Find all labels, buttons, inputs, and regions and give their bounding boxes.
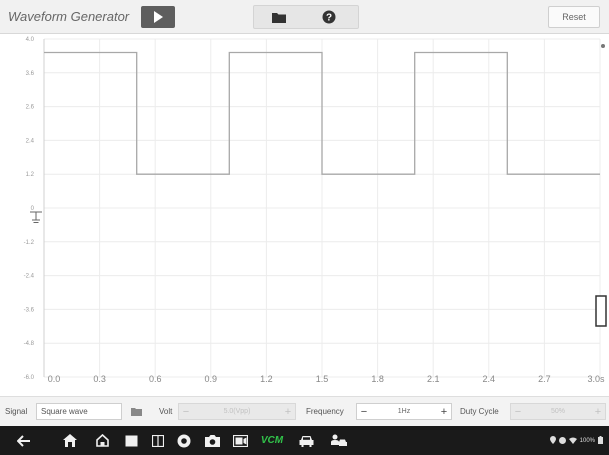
x-tick-label: 2.4 — [483, 374, 496, 384]
signal-file-button[interactable] — [125, 403, 147, 420]
volt-decrease-button: − — [182, 405, 190, 418]
frequency-label: Frequency — [306, 407, 344, 416]
battery-level: 100% — [579, 438, 595, 444]
waveform-series — [44, 51, 600, 175]
frequency-stepper: − 1Hz + — [356, 403, 452, 420]
y-tick-label: 3.6 — [26, 71, 35, 77]
vcm-label: VCM — [260, 435, 284, 446]
y-tick-label: -4.8 — [24, 341, 35, 347]
system-nav-bar: VCM 100% — [0, 426, 609, 455]
y-tick-label: 2.4 — [26, 138, 35, 144]
waveform-line-0 — [44, 51, 600, 175]
volt-increase-button: + — [284, 405, 292, 418]
file-help-group: ? — [253, 5, 359, 29]
car-icon — [299, 435, 313, 447]
svg-text:?: ? — [326, 13, 332, 24]
x-tick-label: 0.3 — [93, 374, 106, 384]
frequency-value[interactable]: 1Hz — [371, 408, 437, 415]
recent-apps-button[interactable] — [121, 432, 141, 449]
y-tick-label: 1.2 — [26, 172, 35, 178]
x-tick-label: 1.5 — [316, 374, 329, 384]
help-button[interactable]: ? — [314, 8, 344, 26]
duty-cycle-stepper: − 50% + — [510, 403, 606, 420]
page-title: Waveform Generator — [8, 9, 130, 24]
y-tick-label: 2.6 — [26, 105, 35, 111]
vehicle-button[interactable] — [296, 432, 316, 449]
y-tick-label: 4.0 — [26, 37, 35, 43]
y-tick-label: -1.2 — [24, 240, 35, 246]
waveform-chart: 4.0 3.6 2.6 2.4 1.2 0 -1.2 -2.4 -3.6 -4.8 -6.0 0.0… — [24, 37, 607, 384]
help-icon: ? — [322, 10, 336, 24]
x-axis-ticks: 0.0 0.3 0.6 0.9 1.2 1.5 1.8 2.1 2.4 2.7 3.0s — [48, 374, 605, 384]
top-right-dot-icon — [601, 44, 605, 48]
y-tick-label: 0 — [31, 206, 35, 212]
x-tick-label: 0.6 — [149, 374, 162, 384]
split-screen-icon — [152, 434, 164, 447]
signal-label: Signal — [5, 407, 28, 416]
split-screen-button[interactable] — [148, 432, 168, 449]
wifi-icon — [568, 437, 577, 446]
frequency-increase-button[interactable]: + — [437, 406, 451, 418]
x-tick-label: 3.0s — [587, 374, 605, 384]
camera-icon — [204, 434, 220, 447]
folder-icon — [130, 408, 142, 416]
volt-label: Volt — [159, 407, 173, 416]
house-outline-icon — [95, 434, 109, 447]
x-tick-label: 0.0 — [48, 374, 61, 384]
volt-stepper: − 5.0(Vpp) + — [178, 403, 296, 420]
back-button[interactable] — [14, 432, 34, 449]
home-icon — [63, 434, 77, 447]
battery-icon — [598, 436, 603, 446]
right-scroll-handle[interactable] — [595, 295, 607, 327]
y-tick-label: -3.6 — [24, 307, 35, 313]
reset-button[interactable]: Reset — [548, 6, 600, 28]
screen-record-button[interactable] — [229, 432, 251, 449]
y-tick-label: -2.4 — [24, 274, 35, 280]
duty-cycle-increase-button: + — [594, 405, 602, 418]
signal-value: Square wave — [41, 407, 88, 416]
duty-cycle-label: Duty Cycle — [460, 407, 499, 416]
location-icon — [549, 436, 556, 446]
x-tick-label: 1.2 — [260, 374, 273, 384]
screen-record-icon — [232, 434, 248, 447]
launcher-button[interactable] — [92, 432, 112, 449]
vcm-button[interactable]: VCM — [258, 432, 286, 449]
y-axis-ticks: 4.0 3.6 2.6 2.4 1.2 0 -1.2 -2.4 -3.6 -4.8 -6.0 — [24, 37, 35, 381]
technician-car-icon — [331, 434, 347, 446]
frequency-decrease-button[interactable]: − — [357, 406, 371, 418]
back-arrow-icon — [17, 434, 30, 447]
x-tick-label: 2.7 — [538, 374, 551, 384]
signal-select[interactable]: Square wave — [36, 403, 122, 420]
user-service-button[interactable] — [329, 432, 349, 449]
volt-value: 5.0(Vpp) — [223, 408, 251, 415]
status-indicators: 100% — [549, 436, 603, 446]
top-toolbar: Waveform Generator ? Reset — [0, 0, 609, 34]
home-button[interactable] — [60, 432, 80, 449]
recent-apps-icon — [125, 435, 137, 446]
browser-icon — [177, 434, 191, 447]
x-tick-label: 0.9 — [205, 374, 218, 384]
signal-controls: Signal Square wave Volt − 5.0(Vpp) + Fre… — [0, 396, 609, 426]
y-tick-label: -6.0 — [24, 375, 35, 381]
play-button[interactable] — [141, 6, 175, 28]
open-file-button[interactable] — [264, 8, 294, 26]
x-tick-label: 2.1 — [427, 374, 440, 384]
duty-cycle-value: 50% — [550, 408, 565, 415]
play-icon — [154, 11, 163, 23]
ground-marker-icon — [30, 211, 42, 223]
x-tick-label: 1.8 — [371, 374, 384, 384]
bluetooth-icon — [558, 436, 566, 446]
screenshot-button[interactable] — [202, 432, 222, 449]
duty-cycle-decrease-button: − — [514, 405, 522, 418]
chrome-button[interactable] — [174, 432, 194, 449]
folder-icon — [272, 12, 286, 23]
waveform-generator-screen: Waveform Generator ? Reset 4.0 3.6 2.6 2… — [0, 0, 609, 455]
